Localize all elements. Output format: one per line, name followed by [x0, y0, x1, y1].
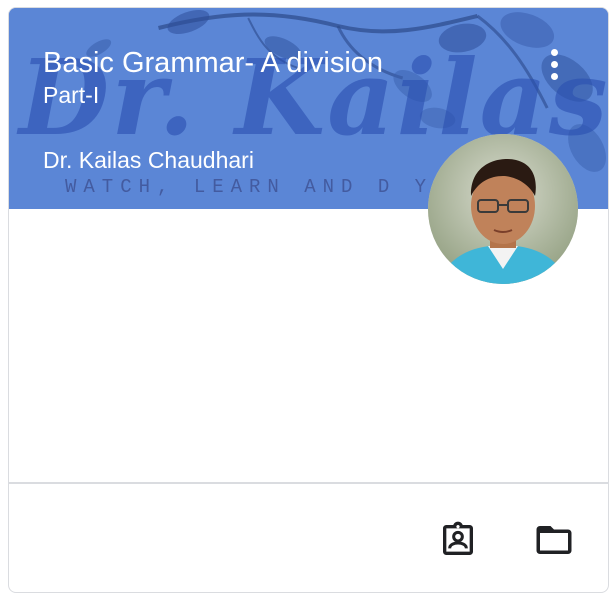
more-vert-icon-dot — [550, 48, 558, 56]
folder-icon — [536, 526, 572, 554]
more-options-button[interactable] — [539, 44, 569, 84]
course-section: Part-I — [43, 82, 100, 108]
course-title-link[interactable]: Basic Grammar- A division Part-I — [43, 46, 533, 110]
card-footer — [9, 484, 608, 592]
more-vert-icon-dot — [550, 72, 558, 80]
course-title: Basic Grammar- A division — [43, 47, 384, 79]
your-work-button[interactable] — [434, 516, 482, 564]
card-body — [9, 209, 608, 482]
course-card: Dr. Kailas Chau WATCH, LEARN AND D Y Bas… — [8, 7, 609, 593]
banner-watermark-tagline: WATCH, LEARN AND D Y — [65, 176, 434, 198]
more-vert-icon-dot — [550, 60, 558, 68]
teacher-name: Dr. Kailas Chaudhari — [43, 147, 254, 173]
assignment-ind-icon — [443, 521, 473, 555]
open-folder-button[interactable] — [530, 516, 578, 564]
